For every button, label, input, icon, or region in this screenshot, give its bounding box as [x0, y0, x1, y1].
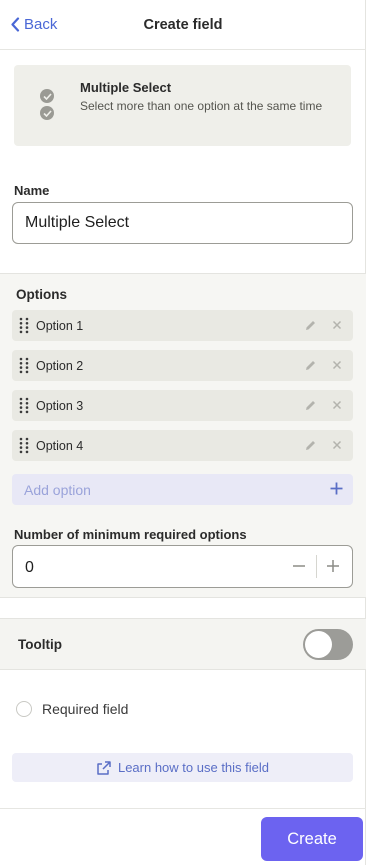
drag-handle-icon[interactable] — [19, 397, 29, 414]
minus-icon[interactable] — [291, 558, 307, 574]
add-option-button[interactable]: Add option — [12, 474, 353, 505]
option-label: Option 2 — [36, 359, 84, 373]
field-type-card: Multiple Select Select more than one opt… — [14, 65, 351, 146]
close-icon[interactable] — [331, 319, 343, 331]
pencil-icon[interactable] — [304, 359, 317, 372]
tooltip-row: Tooltip — [0, 618, 366, 670]
field-type-description: Select more than one option at the same … — [80, 99, 323, 113]
create-button[interactable]: Create — [261, 817, 363, 861]
name-input[interactable] — [12, 202, 353, 244]
external-link-icon — [97, 760, 111, 775]
panel-header: Back Create field — [0, 0, 366, 50]
required-radio[interactable] — [16, 701, 32, 717]
add-option-label: Add option — [24, 482, 91, 498]
pencil-icon[interactable] — [304, 319, 317, 332]
page-title: Create field — [143, 17, 223, 33]
name-label: Name — [14, 183, 50, 198]
required-field-label: Required field — [42, 701, 129, 717]
option-row[interactable]: Option 3 — [12, 390, 353, 421]
learn-link-label: Learn how to use this field — [117, 760, 270, 775]
learn-link[interactable]: Learn how to use this field — [12, 753, 353, 782]
plus-icon[interactable] — [325, 558, 341, 574]
option-row[interactable]: Option 2 — [12, 350, 353, 381]
toggle-knob — [305, 631, 332, 658]
option-label: Option 4 — [36, 439, 84, 453]
close-icon[interactable] — [331, 399, 343, 411]
double-check-icon — [40, 89, 54, 123]
close-icon[interactable] — [331, 359, 343, 371]
option-row[interactable]: Option 1 — [12, 310, 353, 341]
options-section: Options Option 1 Option 2 Option 3 Optio… — [0, 273, 366, 598]
footer-divider — [0, 808, 366, 809]
tooltip-toggle[interactable] — [303, 629, 353, 660]
options-label: Options — [16, 287, 67, 302]
pencil-icon[interactable] — [304, 439, 317, 452]
pencil-icon[interactable] — [304, 399, 317, 412]
option-row[interactable]: Option 4 — [12, 430, 353, 461]
close-icon[interactable] — [331, 439, 343, 451]
field-type-name: Multiple Select — [80, 80, 172, 95]
option-label: Option 1 — [36, 319, 84, 333]
min-required-stepper[interactable]: 0 — [12, 545, 353, 588]
plus-icon — [330, 482, 343, 495]
drag-handle-icon[interactable] — [19, 317, 29, 334]
stepper-divider — [316, 555, 317, 578]
min-required-value[interactable]: 0 — [25, 559, 34, 577]
drag-handle-icon[interactable] — [19, 437, 29, 454]
drag-handle-icon[interactable] — [19, 357, 29, 374]
create-field-panel: Back Create field Multiple Select Select… — [0, 0, 366, 865]
tooltip-label: Tooltip — [18, 637, 62, 652]
option-label: Option 3 — [36, 399, 84, 413]
min-required-label: Number of minimum required options — [14, 527, 247, 542]
required-field-option[interactable]: Required field — [16, 701, 128, 717]
